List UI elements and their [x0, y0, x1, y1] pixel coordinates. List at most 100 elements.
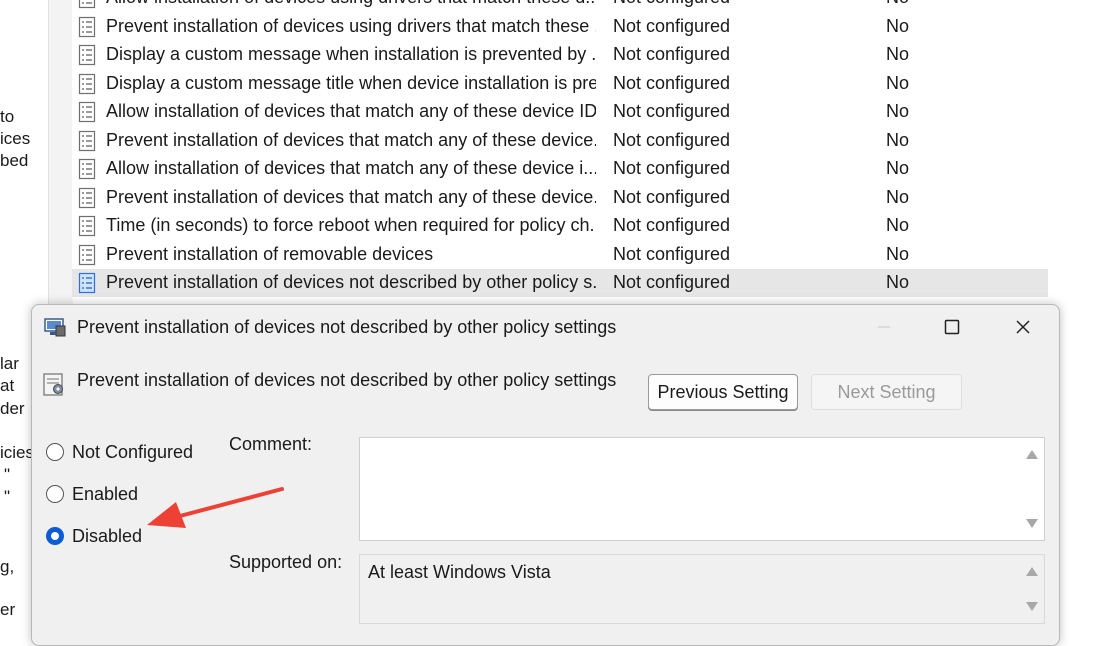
policy-name: Prevent installation of devices that mat…	[106, 186, 596, 207]
policy-name: Prevent installation of devices not desc…	[106, 272, 596, 292]
radio-label: Not Configured	[72, 441, 194, 462]
policy-setting-icon	[78, 215, 96, 237]
policy-row[interactable]: Display a custom message title when devi…	[72, 70, 1048, 98]
policy-state: Not configured	[613, 15, 731, 36]
minimize-icon	[878, 326, 890, 328]
background-text-fragment: icies	[0, 443, 35, 462]
policy-setting-icon	[78, 0, 96, 9]
policy-setting-icon	[78, 101, 96, 123]
policy-setting-icon	[78, 244, 96, 265]
scroll-up-icon[interactable]	[1026, 567, 1038, 576]
policy-state: Not configured	[613, 215, 731, 235]
policy-settings-icon	[43, 373, 63, 396]
policy-name: Prevent installation of removable device…	[106, 243, 434, 264]
policy-settings-list[interactable]: Allow installation of devices using driv…	[72, 0, 1048, 300]
scroll-down-icon[interactable]	[1026, 519, 1038, 528]
policy-name: Display a custom message when installati…	[106, 44, 596, 64]
policy-row[interactable]: Time (in seconds) to force reboot when r…	[72, 212, 1048, 240]
comment-label: Comment:	[229, 434, 313, 454]
group-policy-window-icon	[44, 318, 66, 337]
policy-setting-icon	[78, 187, 96, 208]
policy-setting-icon	[78, 16, 96, 37]
policy-row[interactable]: Allow installation of devices that match…	[72, 155, 1048, 183]
background-text-fragment: bed	[0, 151, 29, 170]
close-button[interactable]	[1001, 313, 1045, 341]
close-icon	[1016, 320, 1030, 334]
list-background	[1048, 0, 1112, 300]
policy-name: Display a custom message title when devi…	[106, 72, 596, 93]
policy-state: Not configured	[613, 186, 731, 207]
policy-setting-icon	[78, 158, 96, 180]
policy-state: Not configured	[613, 0, 730, 8]
policy-row[interactable]: Prevent installation of devices using dr…	[72, 13, 1048, 41]
background-text-fragment: "	[4, 465, 11, 484]
policy-name: Prevent installation of devices using dr…	[106, 15, 596, 36]
policy-comment: No	[886, 72, 910, 93]
supported-on-scrollbar[interactable]	[1020, 555, 1044, 623]
scroll-down-icon[interactable]	[1026, 602, 1038, 611]
policy-comment: No	[886, 215, 910, 235]
maximize-button[interactable]	[930, 313, 974, 341]
policy-state: Not configured	[613, 101, 731, 121]
maximize-icon	[944, 319, 960, 335]
policy-name: Allow installation of devices using driv…	[106, 0, 596, 8]
background-text-fragment: lar	[0, 354, 19, 373]
policy-row[interactable]: Allow installation of devices using driv…	[72, 0, 1048, 12]
policy-setting-icon	[78, 44, 96, 66]
policy-row[interactable]: Display a custom message when installati…	[72, 41, 1048, 69]
comment-textbox[interactable]	[359, 437, 1045, 541]
supported-on-value: At least Windows Vista	[368, 562, 551, 582]
background-text-fragment: er	[0, 600, 16, 619]
policy-comment: No	[886, 44, 910, 64]
policy-row[interactable]: Prevent installation of devices that mat…	[72, 184, 1048, 212]
supported-on-label: Supported on:	[229, 552, 343, 572]
policy-name: Allow installation of devices that match…	[106, 101, 596, 121]
comment-scrollbar[interactable]	[1020, 438, 1044, 540]
policy-setting-icon	[78, 272, 96, 294]
dialog-window-title: Prevent installation of devices not desc…	[77, 317, 617, 337]
background-text-fragment: "	[4, 487, 11, 506]
policy-comment: No	[886, 243, 910, 264]
background-text-fragment: at	[0, 376, 15, 395]
policy-setting-dialog: Prevent installation of devices not desc…	[31, 304, 1060, 646]
radio-label: Enabled	[72, 483, 139, 504]
policy-name: Prevent installation of devices that mat…	[106, 129, 596, 150]
next-setting-button[interactable]: Next Setting	[811, 374, 962, 410]
policy-comment: No	[886, 101, 910, 121]
policy-comment: No	[886, 15, 910, 36]
policy-state: Not configured	[613, 129, 731, 150]
radio-circle[interactable]	[46, 485, 64, 503]
radio-disabled[interactable]: Disabled	[46, 523, 142, 549]
policy-comment: No	[886, 129, 910, 150]
policy-state: Not configured	[613, 158, 731, 178]
policy-state: Not configured	[613, 72, 731, 93]
scroll-up-icon[interactable]	[1026, 450, 1038, 459]
radio-label: Disabled	[72, 525, 143, 546]
policy-comment: No	[886, 272, 910, 292]
radio-circle-selected[interactable]	[46, 527, 64, 545]
policy-row[interactable]: Allow installation of devices that match…	[72, 98, 1048, 126]
background-text-fragment: to	[0, 107, 15, 126]
policy-name: Time (in seconds) to force reboot when r…	[106, 215, 596, 235]
policy-comment: No	[886, 158, 910, 178]
supported-on-textbox[interactable]: At least Windows Vista	[359, 554, 1045, 624]
policy-header-title: Prevent installation of devices not desc…	[77, 370, 617, 390]
background-text-fragment: der	[0, 399, 25, 418]
policy-row[interactable]: Prevent installation of devices not desc…	[72, 269, 1048, 297]
policy-row[interactable]: Prevent installation of removable device…	[72, 241, 1048, 269]
policy-comment: No	[886, 0, 909, 8]
policy-comment: No	[886, 186, 910, 207]
policy-setting-icon	[78, 73, 96, 94]
policy-row[interactable]: Prevent installation of devices that mat…	[72, 127, 1048, 155]
minimize-button[interactable]	[862, 313, 906, 341]
dialog-titlebar[interactable]: Prevent installation of devices not desc…	[32, 305, 1059, 349]
radio-not-configured[interactable]: Not Configured	[46, 439, 193, 465]
policy-state: Not configured	[613, 44, 731, 64]
policy-state: Not configured	[613, 272, 731, 292]
background-text-fragment: ices	[0, 129, 31, 148]
previous-setting-button[interactable]: Previous Setting	[648, 374, 798, 410]
radio-enabled[interactable]: Enabled	[46, 481, 138, 507]
policy-setting-icon	[78, 130, 96, 151]
policy-state: Not configured	[613, 243, 731, 264]
radio-circle[interactable]	[46, 443, 64, 461]
